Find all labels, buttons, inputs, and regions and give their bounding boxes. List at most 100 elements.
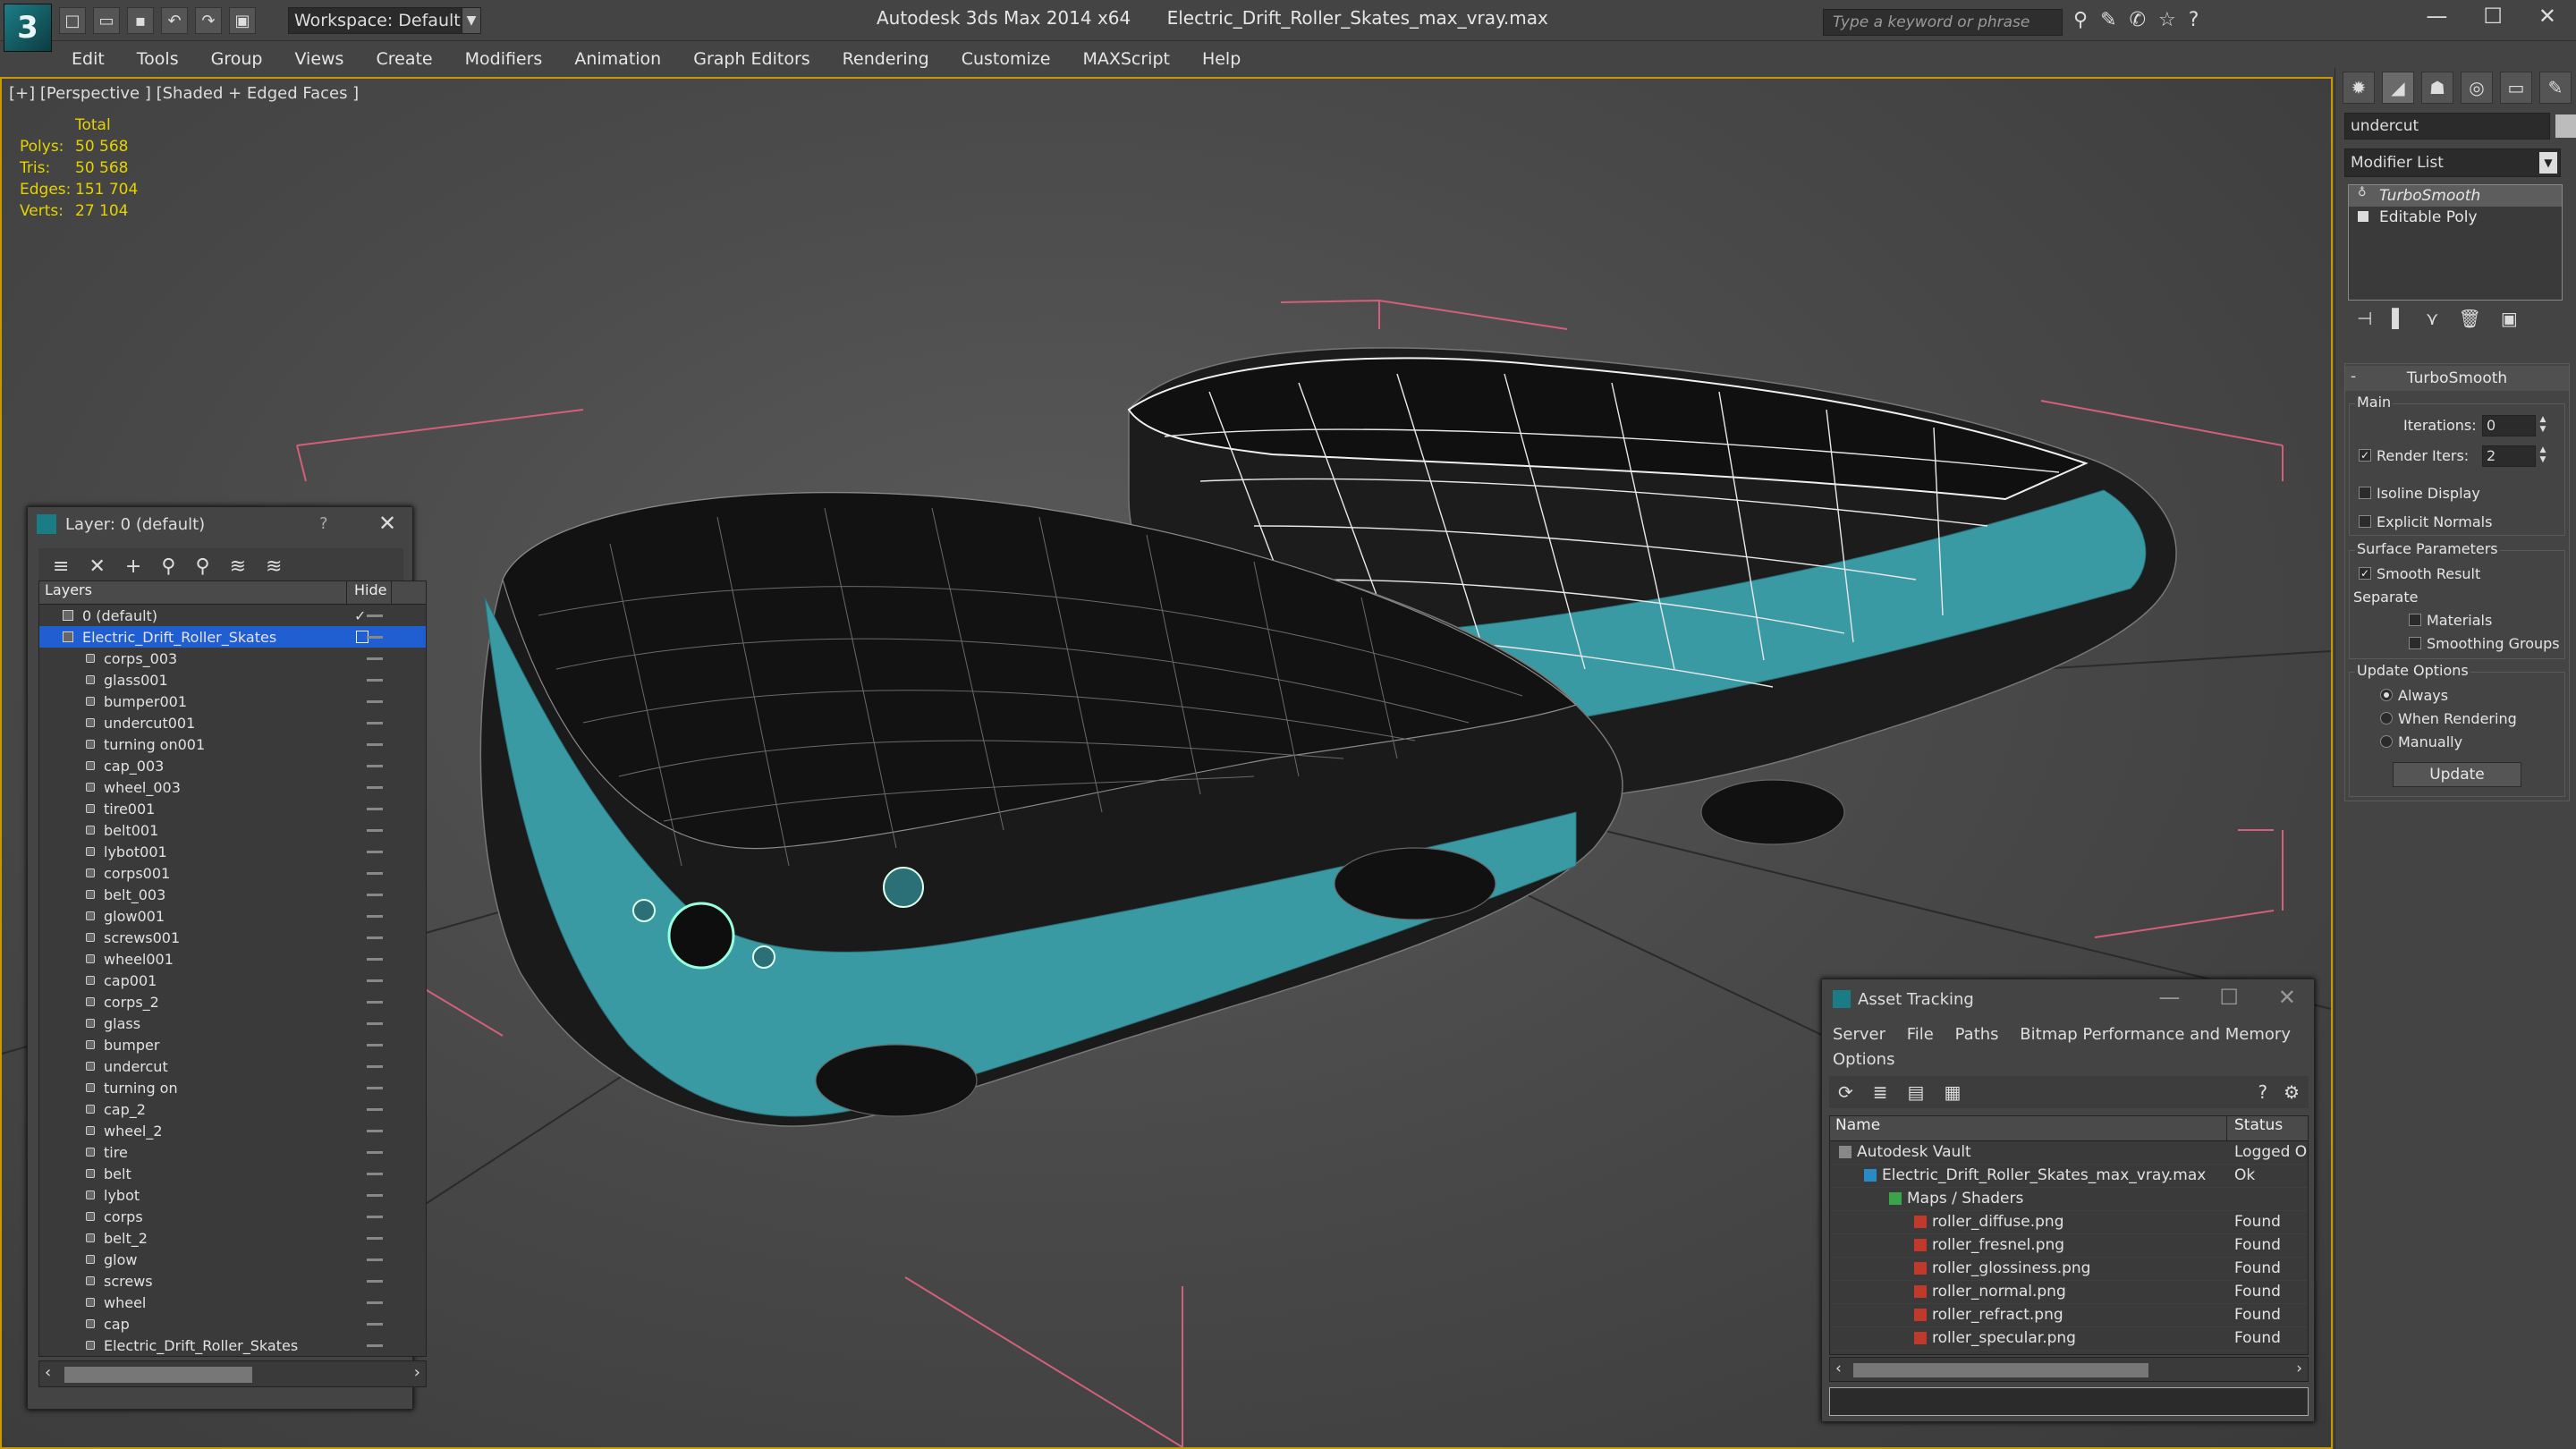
settings-icon[interactable]: ⚙ xyxy=(2284,1081,2300,1103)
layer-object-row[interactable]: cap xyxy=(39,1313,426,1335)
layer-object-row[interactable]: belt xyxy=(39,1163,426,1184)
hide-toggle[interactable] xyxy=(367,764,383,767)
menu-tools[interactable]: Tools xyxy=(121,49,195,69)
layer-object-row[interactable]: turning on001 xyxy=(39,733,426,755)
asset-menu-paths[interactable]: Paths xyxy=(1955,1025,1999,1044)
menu-create[interactable]: Create xyxy=(360,49,448,69)
menu-modifiers[interactable]: Modifiers xyxy=(449,49,559,69)
hide-toggle[interactable] xyxy=(367,1193,383,1197)
layer-object-row[interactable]: glow xyxy=(39,1249,426,1270)
refresh-icon[interactable]: ⟳ xyxy=(1838,1081,1853,1103)
layer-object-row[interactable]: undercut xyxy=(39,1055,426,1077)
layer-object-row[interactable]: wheel_003 xyxy=(39,776,426,798)
configure-sets-icon[interactable]: ▣ xyxy=(2501,308,2518,329)
layer-object-row[interactable]: bumper xyxy=(39,1034,426,1055)
hide-all-icon[interactable]: ≋ xyxy=(230,555,246,578)
hide-toggle[interactable] xyxy=(367,979,383,982)
new-file-icon[interactable]: □ xyxy=(59,7,86,34)
hide-toggle[interactable] xyxy=(367,1021,383,1025)
minimize-icon[interactable]: — xyxy=(2426,4,2447,29)
smoothing-groups-checkbox[interactable] xyxy=(2409,637,2421,649)
asset-row[interactable]: roller_specular.png Found xyxy=(1830,1327,2308,1351)
display-tab-icon[interactable]: ▭ xyxy=(2500,72,2532,104)
col-name[interactable]: Name xyxy=(1830,1116,2227,1140)
scroll-left-icon[interactable]: ‹ xyxy=(1835,1360,1842,1377)
hide-toggle[interactable] xyxy=(367,1172,383,1175)
hide-toggle[interactable] xyxy=(367,1343,383,1347)
hide-toggle[interactable] xyxy=(367,785,383,789)
scroll-thumb[interactable] xyxy=(64,1367,252,1383)
help-icon[interactable]: ? xyxy=(2258,1081,2267,1103)
asset-row[interactable]: roller_refract.png Found xyxy=(1830,1304,2308,1327)
list-view-icon[interactable]: ≣ xyxy=(1873,1081,1888,1103)
asset-menu-options[interactable]: Options xyxy=(1833,1050,1894,1069)
layer-row-default[interactable]: 0 (default) ✓ xyxy=(39,605,426,626)
smooth-result-checkbox[interactable]: ✓ xyxy=(2359,567,2371,580)
menu-edit[interactable]: Edit xyxy=(55,49,121,69)
active-check-icon[interactable]: ✓ xyxy=(354,607,366,624)
hide-toggle[interactable] xyxy=(367,850,383,853)
layer-object-row[interactable]: cap_2 xyxy=(39,1098,426,1120)
delete-layer-icon[interactable]: ✕ xyxy=(89,555,105,578)
asset-status-field[interactable] xyxy=(1829,1387,2309,1416)
hide-toggle[interactable] xyxy=(367,721,383,724)
asset-row[interactable]: roller_diffuse.png Found xyxy=(1830,1211,2308,1234)
explicit-normals-checkbox[interactable] xyxy=(2359,515,2371,528)
layer-hscrollbar[interactable]: ‹ › xyxy=(38,1360,427,1387)
asset-row[interactable]: roller_fresnel.png Found xyxy=(1830,1234,2308,1258)
layer-object-row[interactable]: belt_2 xyxy=(39,1227,426,1249)
hide-toggle[interactable] xyxy=(367,657,383,660)
layer-object-row[interactable]: wheel_2 xyxy=(39,1120,426,1141)
table-view-icon[interactable]: ▦ xyxy=(1944,1081,1961,1103)
rollout-title[interactable]: TurboSmooth xyxy=(2345,366,2569,391)
layer-object-row[interactable]: tire xyxy=(39,1141,426,1163)
asset-row[interactable]: Electric_Drift_Roller_Skates_max_vray.ma… xyxy=(1830,1165,2308,1188)
layer-row-selected[interactable]: Electric_Drift_Roller_Skates xyxy=(39,626,426,648)
asset-row[interactable]: Maps / Shaders xyxy=(1830,1188,2308,1211)
show-end-result-icon[interactable]: ▌ xyxy=(2392,308,2405,329)
subscription-icon[interactable]: ✎ xyxy=(2100,9,2116,31)
layer-object-row[interactable]: belt_003 xyxy=(39,884,426,905)
binoculars-icon[interactable]: ⚲ xyxy=(2073,9,2088,31)
minimize-icon[interactable]: — xyxy=(2158,985,2180,1010)
hierarchy-tab-icon[interactable]: ☗ xyxy=(2421,72,2453,104)
project-folder-icon[interactable]: ▣ xyxy=(229,7,256,34)
hide-toggle[interactable] xyxy=(367,1107,383,1111)
hide-toggle[interactable] xyxy=(367,742,383,746)
iterations-spinner[interactable]: 0 xyxy=(2482,415,2536,436)
add-to-layer-icon[interactable]: + xyxy=(125,555,141,578)
layer-object-row[interactable]: lybot xyxy=(39,1184,426,1206)
stack-item-turbosmooth[interactable]: ♁ TurboSmooth xyxy=(2349,185,2562,207)
create-tab-icon[interactable]: ✹ xyxy=(2343,72,2375,104)
remove-modifier-icon[interactable]: 🗑 xyxy=(2458,308,2480,329)
hide-toggle[interactable] xyxy=(367,1086,383,1089)
save-icon[interactable]: ▪ xyxy=(127,7,154,34)
hide-toggle[interactable] xyxy=(367,807,383,810)
scroll-thumb[interactable] xyxy=(1853,1363,2148,1377)
hide-toggle[interactable] xyxy=(367,893,383,896)
communication-icon[interactable]: ✆ xyxy=(2130,9,2146,31)
asset-tracking-header[interactable]: Asset Tracking — ☐ ✕ xyxy=(1822,979,2314,1017)
menu-help[interactable]: Help xyxy=(1186,49,1257,69)
layer-object-row[interactable]: belt001 xyxy=(39,819,426,841)
col-hide[interactable]: Hide xyxy=(347,581,392,604)
spinner-arrows-icon[interactable]: ▲ ▼ xyxy=(2538,445,2548,467)
layer-object-row[interactable]: corps_003 xyxy=(39,648,426,669)
hide-toggle[interactable] xyxy=(367,1279,383,1283)
hide-toggle[interactable] xyxy=(367,1064,383,1068)
hide-toggle[interactable] xyxy=(367,936,383,939)
select-objects-icon[interactable]: ⚲ xyxy=(161,555,175,578)
pin-stack-icon[interactable]: ⊣ xyxy=(2357,308,2372,329)
thumbnail-view-icon[interactable]: ▤ xyxy=(1908,1081,1925,1103)
hide-toggle[interactable] xyxy=(367,614,383,617)
lightbulb-icon[interactable]: ♁ xyxy=(2358,186,2368,199)
hide-toggle[interactable] xyxy=(367,1150,383,1154)
layer-object-row[interactable]: Electric_Drift_Roller_Skates xyxy=(39,1335,426,1356)
layer-object-row[interactable]: undercut001 xyxy=(39,712,426,733)
col-status[interactable]: Status xyxy=(2227,1116,2283,1140)
viewport-label[interactable]: [+] [Perspective ] [Shaded + Edged Faces… xyxy=(9,84,359,103)
hide-toggle[interactable] xyxy=(367,1236,383,1240)
menu-views[interactable]: Views xyxy=(278,49,360,69)
app-logo[interactable]: 3 xyxy=(4,4,52,52)
asset-row[interactable]: roller_glossiness.png Found xyxy=(1830,1258,2308,1281)
